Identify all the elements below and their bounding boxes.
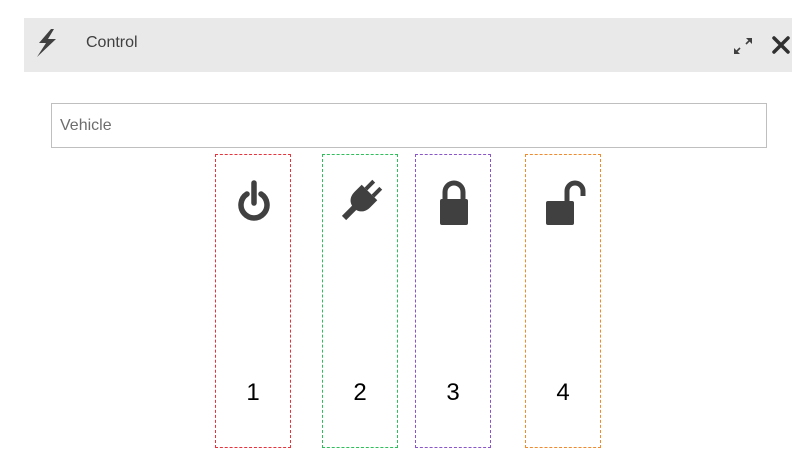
panel-header: Control [24, 18, 792, 72]
control-panel: Control [24, 18, 792, 340]
close-icon[interactable] [770, 34, 792, 56]
command-power[interactable]: 1 [215, 154, 291, 448]
command-charge[interactable]: 2 [322, 154, 398, 448]
power-icon [238, 180, 270, 221]
command-number: 3 [446, 379, 460, 406]
panel-title: Control [86, 34, 138, 51]
lock-icon [440, 180, 468, 225]
command-number: 1 [246, 379, 260, 406]
command-unlock[interactable]: 4 [525, 154, 601, 448]
plug-icon [341, 179, 383, 221]
command-number: 2 [353, 379, 367, 406]
unlock-icon [546, 180, 586, 225]
lightning-bolt-icon [37, 29, 56, 57]
command-lock[interactable]: 3 [415, 154, 491, 448]
command-number: 4 [556, 379, 570, 406]
expand-icon[interactable] [732, 36, 754, 56]
vehicle-input[interactable] [51, 103, 767, 148]
